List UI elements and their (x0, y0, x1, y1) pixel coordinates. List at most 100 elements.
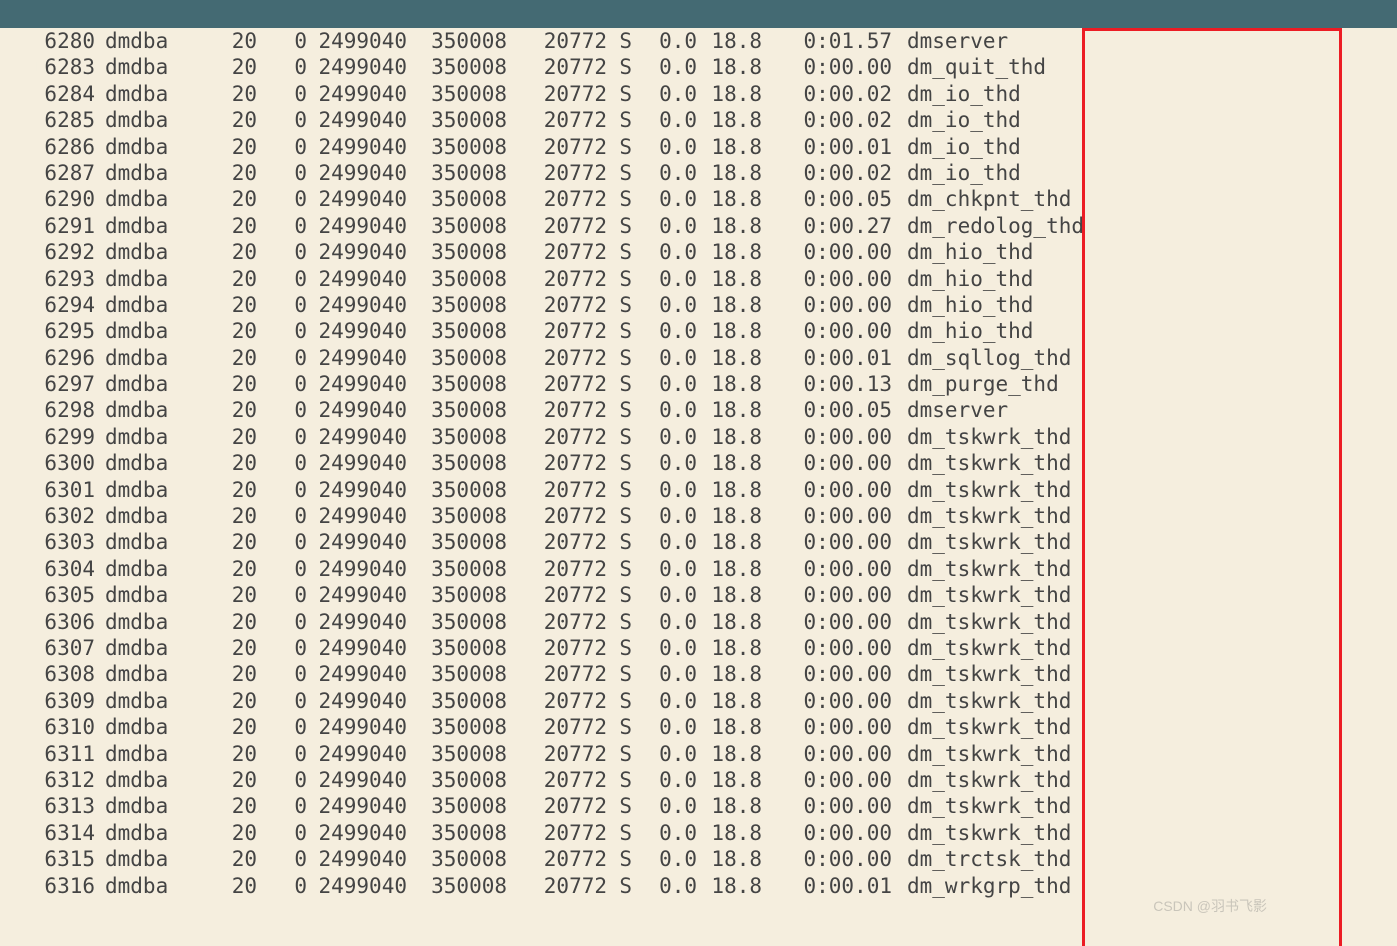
cpu-cell: 0.0 (632, 107, 697, 133)
table-row[interactable]: 6290dmdba200249904035000820772S0.018.80:… (0, 186, 1397, 212)
table-row[interactable]: 6294dmdba200249904035000820772S0.018.80:… (0, 292, 1397, 318)
virt-cell: 2499040 (307, 54, 407, 80)
table-row[interactable]: 6304dmdba200249904035000820772S0.018.80:… (0, 556, 1397, 582)
table-row[interactable]: 6307dmdba200249904035000820772S0.018.80:… (0, 635, 1397, 661)
table-row[interactable]: 6280dmdba200249904035000820772S0.018.80:… (0, 28, 1397, 54)
virt-cell: 2499040 (307, 186, 407, 212)
table-row[interactable]: 6306dmdba200249904035000820772S0.018.80:… (0, 609, 1397, 635)
pr-cell: 20 (170, 371, 257, 397)
shr-cell: 20772 (507, 609, 607, 635)
time-cell: 0:00.00 (762, 635, 892, 661)
ni-cell: 0 (257, 503, 307, 529)
state-cell: S (607, 503, 632, 529)
time-cell: 0:00.00 (762, 582, 892, 608)
table-row[interactable]: 6295dmdba200249904035000820772S0.018.80:… (0, 318, 1397, 344)
process-table-body: 6280dmdba200249904035000820772S0.018.80:… (0, 28, 1397, 899)
mem-cell: 18.8 (697, 28, 762, 54)
res-cell: 350008 (407, 635, 507, 661)
table-row[interactable]: 6308dmdba200249904035000820772S0.018.80:… (0, 661, 1397, 687)
mem-cell: 18.8 (697, 688, 762, 714)
shr-cell: 20772 (507, 820, 607, 846)
state-cell: S (607, 582, 632, 608)
pr-cell: 20 (170, 635, 257, 661)
table-row[interactable]: 6299dmdba200249904035000820772S0.018.80:… (0, 424, 1397, 450)
table-row[interactable]: 6293dmdba200249904035000820772S0.018.80:… (0, 266, 1397, 292)
table-row[interactable]: 6285dmdba200249904035000820772S0.018.80:… (0, 107, 1397, 133)
user-cell: dmdba (95, 820, 170, 846)
pid-cell: 6299 (0, 424, 95, 450)
virt-cell: 2499040 (307, 609, 407, 635)
state-cell: S (607, 186, 632, 212)
table-row[interactable]: 6302dmdba200249904035000820772S0.018.80:… (0, 503, 1397, 529)
time-cell: 0:00.01 (762, 873, 892, 899)
mem-cell: 18.8 (697, 345, 762, 371)
pr-cell: 20 (170, 793, 257, 819)
res-cell: 350008 (407, 503, 507, 529)
mem-cell: 18.8 (697, 160, 762, 186)
table-row[interactable]: 6298dmdba200249904035000820772S0.018.80:… (0, 397, 1397, 423)
pid-cell: 6293 (0, 266, 95, 292)
table-row[interactable]: 6313dmdba200249904035000820772S0.018.80:… (0, 793, 1397, 819)
pid-cell: 6287 (0, 160, 95, 186)
table-row[interactable]: 6315dmdba200249904035000820772S0.018.80:… (0, 846, 1397, 872)
pid-cell: 6314 (0, 820, 95, 846)
ni-cell: 0 (257, 793, 307, 819)
cpu-cell: 0.0 (632, 266, 697, 292)
virt-cell: 2499040 (307, 28, 407, 54)
res-cell: 350008 (407, 318, 507, 344)
res-cell: 350008 (407, 609, 507, 635)
table-row[interactable]: 6286dmdba200249904035000820772S0.018.80:… (0, 134, 1397, 160)
shr-cell: 20772 (507, 477, 607, 503)
time-cell: 0:00.00 (762, 820, 892, 846)
mem-cell: 18.8 (697, 239, 762, 265)
command-cell: dm_hio_thd (892, 318, 1033, 344)
virt-cell: 2499040 (307, 239, 407, 265)
user-cell: dmdba (95, 767, 170, 793)
user-cell: dmdba (95, 239, 170, 265)
res-cell: 350008 (407, 450, 507, 476)
command-cell: dm_io_thd (892, 81, 1021, 107)
user-cell: dmdba (95, 107, 170, 133)
time-cell: 0:00.00 (762, 609, 892, 635)
table-row[interactable]: 6291dmdba200249904035000820772S0.018.80:… (0, 213, 1397, 239)
pr-cell: 20 (170, 767, 257, 793)
table-row[interactable]: 6301dmdba200249904035000820772S0.018.80:… (0, 477, 1397, 503)
time-cell: 0:00.00 (762, 292, 892, 318)
table-row[interactable]: 6303dmdba200249904035000820772S0.018.80:… (0, 529, 1397, 555)
user-cell: dmdba (95, 635, 170, 661)
pr-cell: 20 (170, 28, 257, 54)
pid-cell: 6290 (0, 186, 95, 212)
shr-cell: 20772 (507, 28, 607, 54)
mem-cell: 18.8 (697, 556, 762, 582)
table-row[interactable]: 6284dmdba200249904035000820772S0.018.80:… (0, 81, 1397, 107)
res-cell: 350008 (407, 424, 507, 450)
table-row[interactable]: 6296dmdba200249904035000820772S0.018.80:… (0, 345, 1397, 371)
shr-cell: 20772 (507, 556, 607, 582)
table-row[interactable]: 6312dmdba200249904035000820772S0.018.80:… (0, 767, 1397, 793)
table-row[interactable]: 6316dmdba200249904035000820772S0.018.80:… (0, 873, 1397, 899)
command-cell: dm_tskwrk_thd (892, 529, 1071, 555)
command-cell: dm_trctsk_thd (892, 846, 1071, 872)
table-row[interactable]: 6305dmdba200249904035000820772S0.018.80:… (0, 582, 1397, 608)
cpu-cell: 0.0 (632, 635, 697, 661)
time-cell: 0:00.00 (762, 477, 892, 503)
table-row[interactable]: 6287dmdba200249904035000820772S0.018.80:… (0, 160, 1397, 186)
ni-cell: 0 (257, 292, 307, 318)
table-row[interactable]: 6310dmdba200249904035000820772S0.018.80:… (0, 714, 1397, 740)
table-row[interactable]: 6292dmdba200249904035000820772S0.018.80:… (0, 239, 1397, 265)
pid-cell: 6315 (0, 846, 95, 872)
table-row[interactable]: 6300dmdba200249904035000820772S0.018.80:… (0, 450, 1397, 476)
table-row[interactable]: 6311dmdba200249904035000820772S0.018.80:… (0, 741, 1397, 767)
table-row[interactable]: 6297dmdba200249904035000820772S0.018.80:… (0, 371, 1397, 397)
res-cell: 350008 (407, 688, 507, 714)
table-row[interactable]: 6283dmdba200249904035000820772S0.018.80:… (0, 54, 1397, 80)
ni-cell: 0 (257, 846, 307, 872)
res-cell: 350008 (407, 134, 507, 160)
virt-cell: 2499040 (307, 292, 407, 318)
mem-cell: 18.8 (697, 714, 762, 740)
user-cell: dmdba (95, 556, 170, 582)
mem-cell: 18.8 (697, 54, 762, 80)
table-row[interactable]: 6314dmdba200249904035000820772S0.018.80:… (0, 820, 1397, 846)
mem-cell: 18.8 (697, 529, 762, 555)
table-row[interactable]: 6309dmdba200249904035000820772S0.018.80:… (0, 688, 1397, 714)
